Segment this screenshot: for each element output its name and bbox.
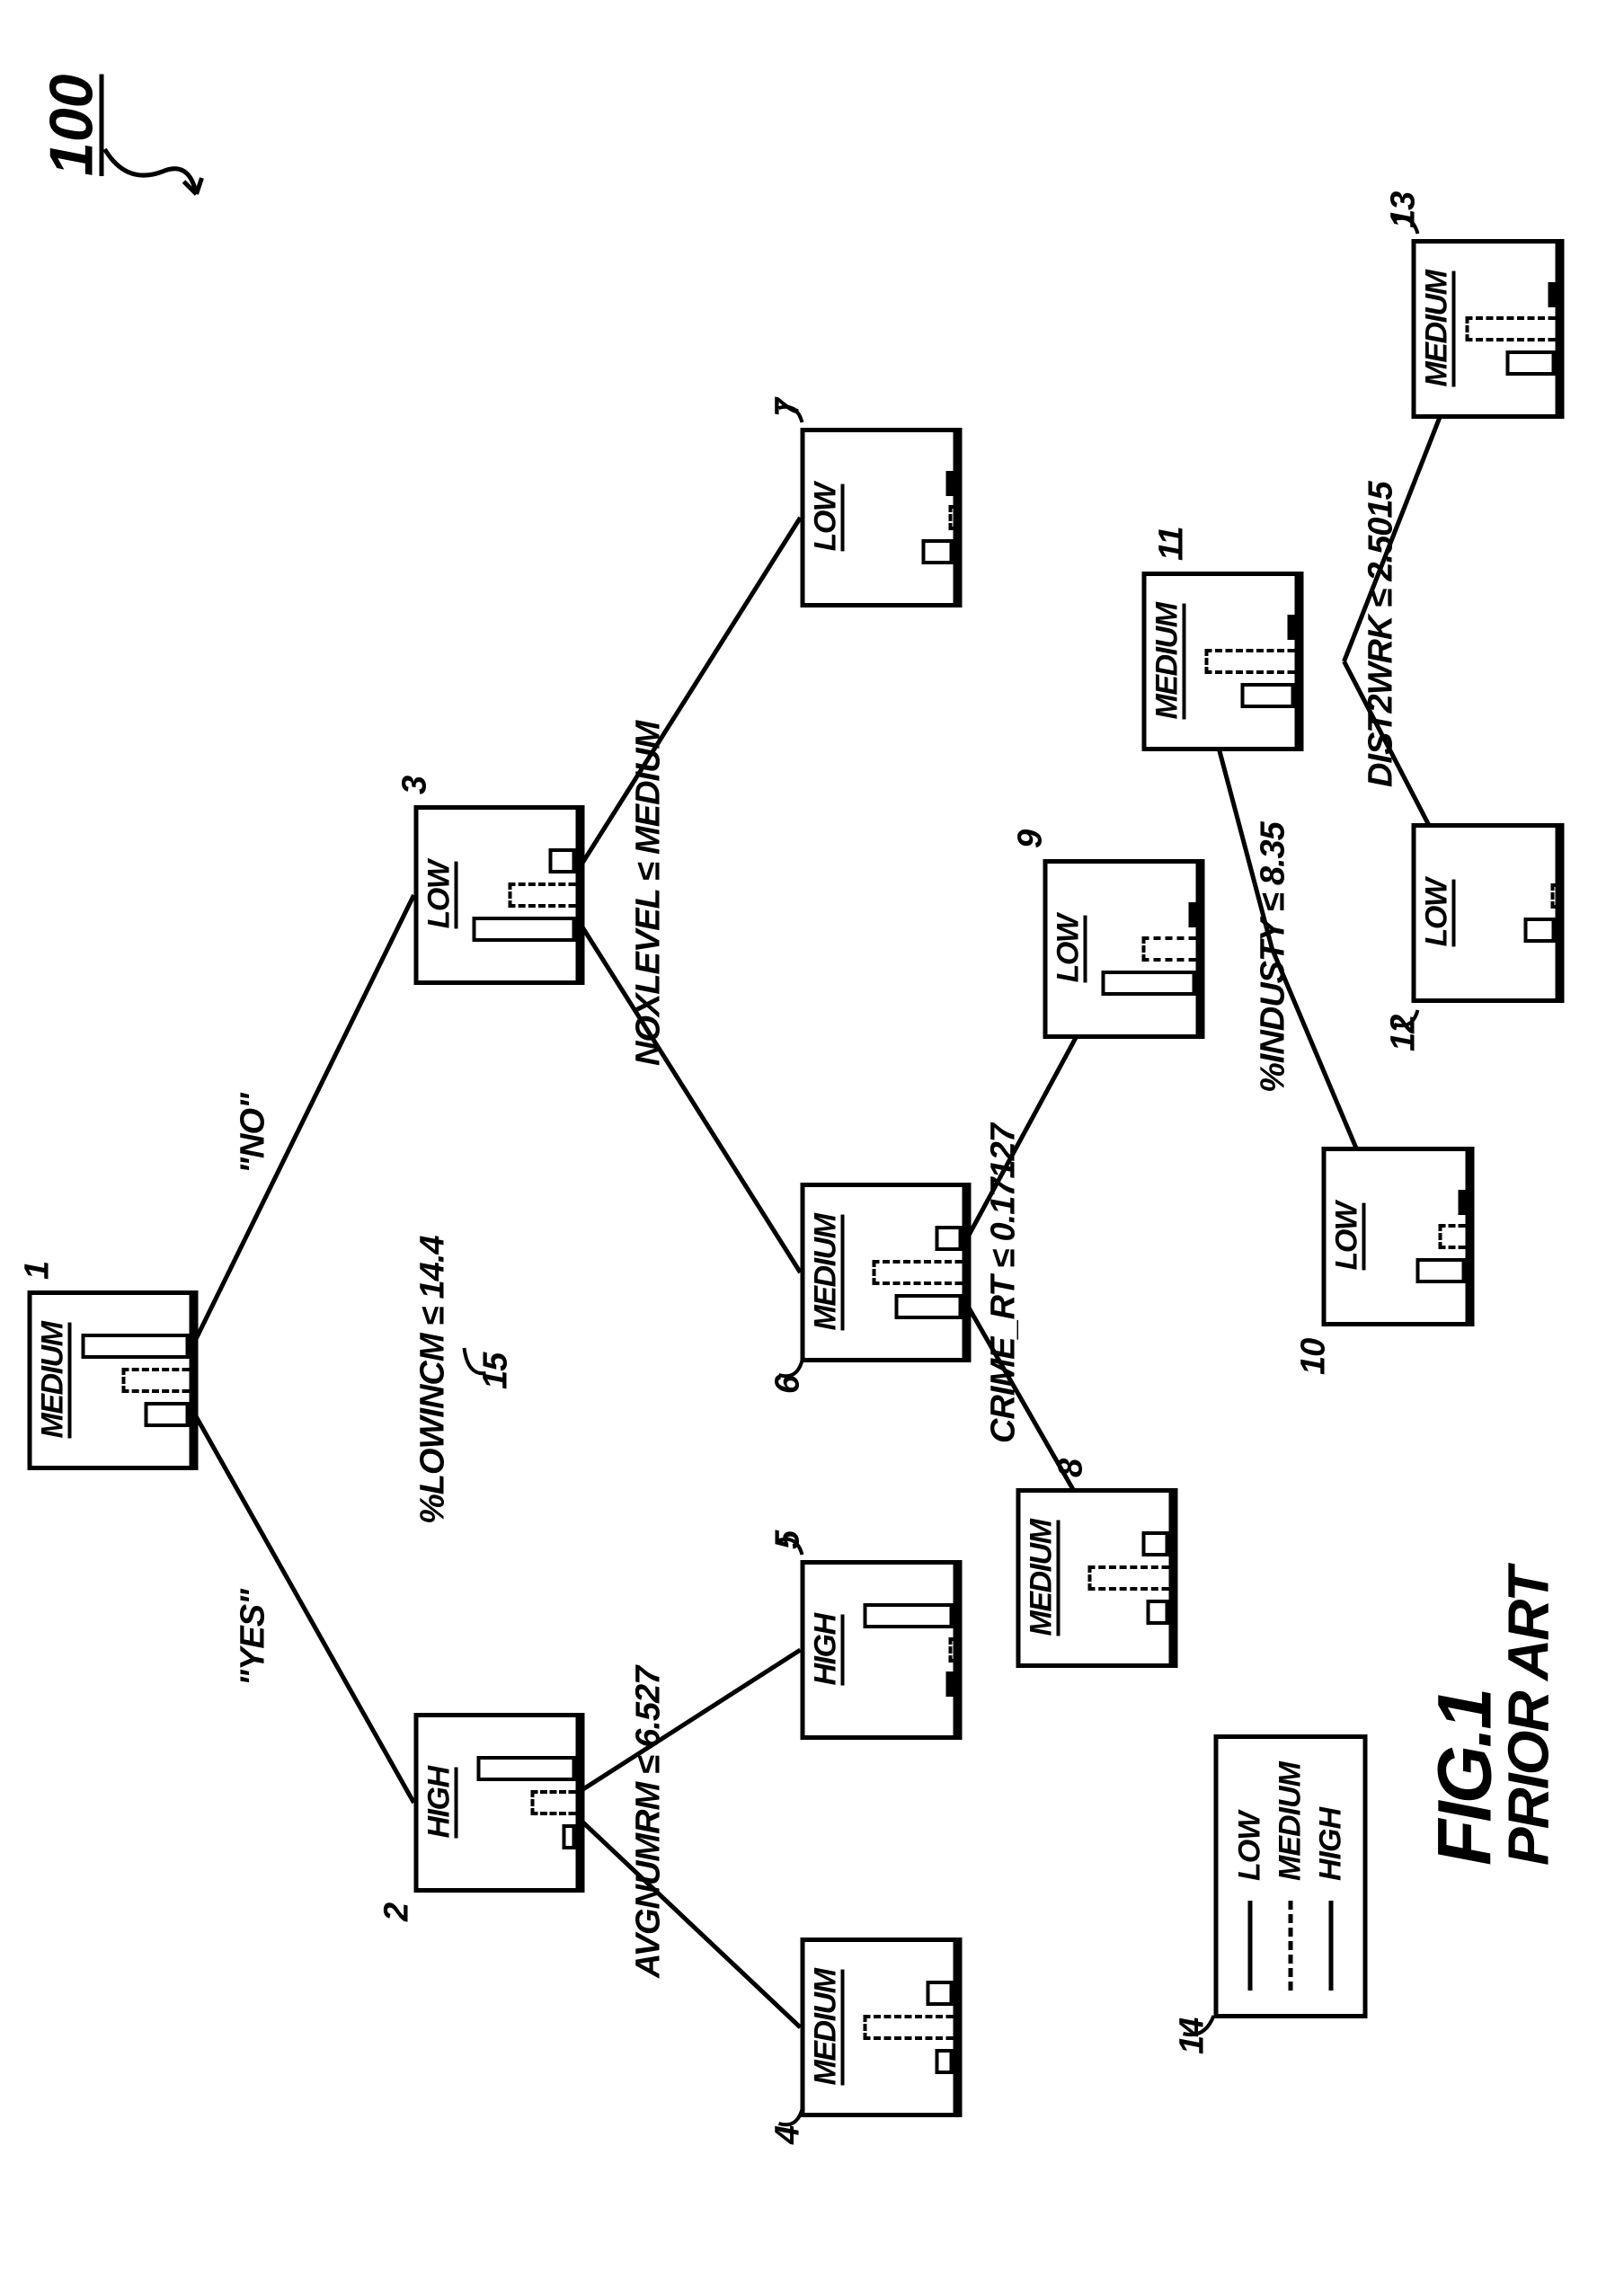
node-id-8: 8 [1052, 1459, 1090, 1477]
node-title: LOW [1421, 833, 1455, 993]
node-title: MEDIUM [1025, 1498, 1060, 1658]
split-dist2wrk: DIST2WRK ≤ 2.5015 [1362, 482, 1400, 787]
node-id-10: 10 [1294, 1339, 1333, 1375]
legend-label: LOW [1232, 1813, 1267, 1881]
pointer-15 [458, 1334, 494, 1379]
pointer-14 [1176, 2005, 1220, 2041]
node-title: LOW [810, 438, 844, 598]
tree-node-8: MEDIUM [1016, 1488, 1177, 1668]
node-title: MEDIUM [810, 1947, 844, 2107]
tree-node-13: MEDIUM [1411, 239, 1564, 419]
split-lowincm: %LOWINCM ≤ 14.4 [413, 1237, 452, 1524]
tree-node-9: LOW [1043, 859, 1204, 1039]
diagram-canvas: MEDIUM 1 HIGH 2 LOW 3 MEDIUM [0, 0, 1624, 2279]
node-id-9: 9 [1011, 830, 1050, 848]
node-title: MEDIUM [810, 1193, 844, 1352]
bars [844, 1193, 962, 1352]
tree-node-10: LOW [1321, 1147, 1474, 1326]
ref-100-arrow [99, 131, 207, 212]
bars [1365, 1157, 1465, 1317]
node-id-3: 3 [395, 776, 434, 794]
legend-line-low [1247, 1901, 1252, 1991]
ref-100: 100 [36, 75, 106, 176]
bars [1060, 1498, 1168, 1658]
node-title: MEDIUM [1151, 581, 1185, 741]
tree-node-5: HIGH [800, 1560, 962, 1740]
tree-node-2: HIGH [413, 1713, 584, 1893]
split-crimert: CRIME_RT ≤ 0.17127 [984, 1124, 1023, 1443]
node-id-2: 2 [377, 1903, 416, 1921]
tree-node-6: MEDIUM [800, 1183, 971, 1362]
pointer-6 [771, 1346, 807, 1382]
bars [1185, 581, 1294, 741]
pointer-4 [771, 2095, 807, 2131]
bars [1455, 833, 1555, 993]
node-title: MEDIUM [37, 1300, 71, 1460]
node-id-1: 1 [18, 1262, 57, 1280]
no-label: "NO" [234, 1094, 272, 1174]
bars [71, 1300, 189, 1460]
legend-label: MEDIUM [1273, 1762, 1308, 1881]
legend-line-medium [1288, 1901, 1292, 1991]
legend-label: HIGH [1313, 1808, 1348, 1881]
node-title: LOW [1331, 1157, 1365, 1317]
node-id-11: 11 [1152, 528, 1191, 561]
node-title: LOW [1052, 869, 1087, 1029]
legend-row-low: LOW [1232, 1762, 1267, 1991]
tree-node-7: LOW [800, 428, 962, 607]
pointer-12 [1387, 996, 1423, 1032]
pointer-13 [1387, 210, 1423, 246]
node-title: HIGH [423, 1723, 457, 1883]
tree-node-4: MEDIUM [800, 1938, 962, 2117]
legend: LOW MEDIUM HIGH [1213, 1734, 1367, 2018]
tree-node-1: MEDIUM [27, 1290, 198, 1470]
pointer-5 [771, 1531, 807, 1567]
bars [844, 438, 953, 598]
bars [1087, 869, 1195, 1029]
node-title: LOW [423, 815, 457, 975]
node-title: MEDIUM [1421, 249, 1455, 409]
bars [457, 815, 575, 975]
bars [457, 1723, 575, 1883]
split-noxlevel: NOXLEVEL ≤ MEDIUM [629, 722, 668, 1066]
tree-node-11: MEDIUM [1141, 572, 1303, 751]
tree-node-3: LOW [413, 805, 584, 985]
split-industy: %INDUSTY ≤ 8.35 [1254, 822, 1292, 1093]
split-avgnumrm: AVGNUMRM ≤ 6.527 [629, 1667, 668, 1978]
bars [844, 1570, 953, 1730]
legend-line-high [1328, 1901, 1333, 1991]
tree-node-12: LOW [1411, 823, 1564, 1003]
bars [844, 1947, 953, 2107]
legend-row-medium: MEDIUM [1273, 1762, 1308, 1991]
node-title: HIGH [810, 1570, 844, 1730]
yes-label: "YES" [234, 1590, 272, 1686]
bars [1455, 249, 1555, 409]
legend-row-high: HIGH [1313, 1762, 1348, 1991]
pointer-7 [771, 399, 807, 435]
